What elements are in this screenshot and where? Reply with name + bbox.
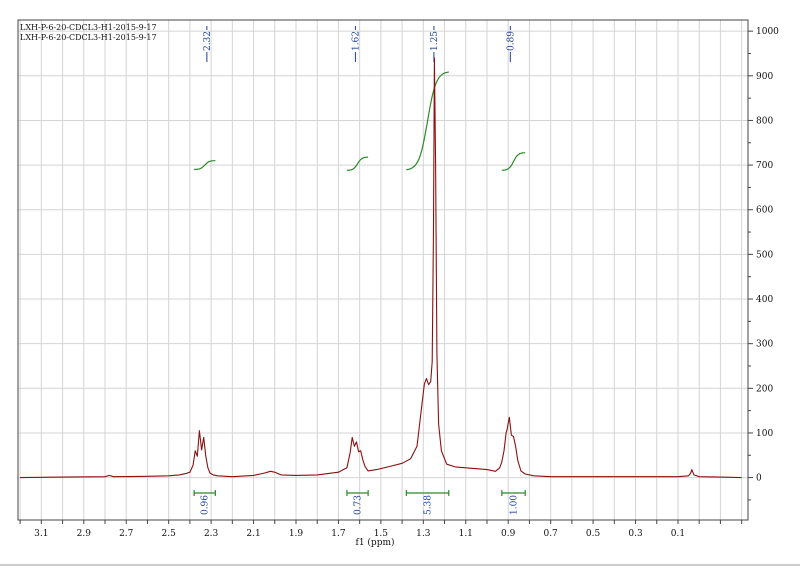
x-tick-label: 1.7	[331, 529, 346, 539]
integral-value-label: 0.73	[354, 495, 364, 515]
x-tick-label: 2.9	[77, 529, 92, 539]
integral-value-label: 1.00	[510, 495, 520, 515]
x-axis-title: f1 (ppm)	[356, 537, 395, 548]
y-tick-label: 1000	[756, 27, 779, 37]
x-tick-label: 0.1	[671, 529, 685, 539]
x-tick-label: 1.3	[416, 529, 431, 539]
y-tick-label: 900	[756, 72, 773, 82]
x-tick-label: 0.9	[501, 529, 516, 539]
x-tick-label: 2.3	[204, 529, 219, 539]
y-tick-label: 600	[756, 206, 773, 216]
x-tick-label: 0.7	[543, 529, 558, 539]
x-tick-label: 0.5	[586, 529, 601, 539]
integral-value-label: 0.96	[201, 495, 211, 515]
nmr-spectrum-figure: 2.32 1.62 1.25 0.89 0.96 0.73 5.38 1.00 1000 90…	[0, 0, 800, 569]
x-tick-label: 2.7	[119, 529, 134, 539]
header-line-2: LXH-P-6-20-CDCL3-H1-2015-9-17	[20, 33, 157, 42]
x-tick-label: 2.5	[162, 529, 177, 539]
y-tick-label: 0	[756, 474, 762, 484]
integral-value-label: 5.38	[424, 495, 434, 515]
y-tick-label: 100	[756, 429, 773, 439]
y-tick-label: 700	[756, 161, 773, 171]
header-line-1: LXH-P-6-20-CDCL3-H1-2015-9-17	[20, 23, 157, 32]
x-tick-label: 1.9	[289, 529, 304, 539]
y-tick-label: 300	[756, 340, 773, 350]
x-tick-label: 0.3	[628, 529, 643, 539]
x-tick-label: 1.1	[459, 529, 473, 539]
peak-label-text: 0.89	[506, 31, 516, 51]
x-tick-label: 2.1	[246, 529, 260, 539]
y-tick-label: 200	[756, 384, 773, 394]
y-tick-label: 500	[756, 250, 773, 260]
peak-label-text: 2.32	[203, 31, 213, 51]
y-tick-label: 800	[756, 116, 773, 126]
y-tick-label: 400	[756, 295, 773, 305]
x-tick-label: 3.1	[34, 529, 48, 539]
peak-label-text: 1.25	[430, 31, 440, 51]
peak-label-text: 1.62	[351, 31, 361, 51]
nmr-spectrum-chart: 2.32 1.62 1.25 0.89 0.96 0.73 5.38 1.00 100090…	[0, 0, 800, 569]
chart-background	[0, 0, 800, 569]
